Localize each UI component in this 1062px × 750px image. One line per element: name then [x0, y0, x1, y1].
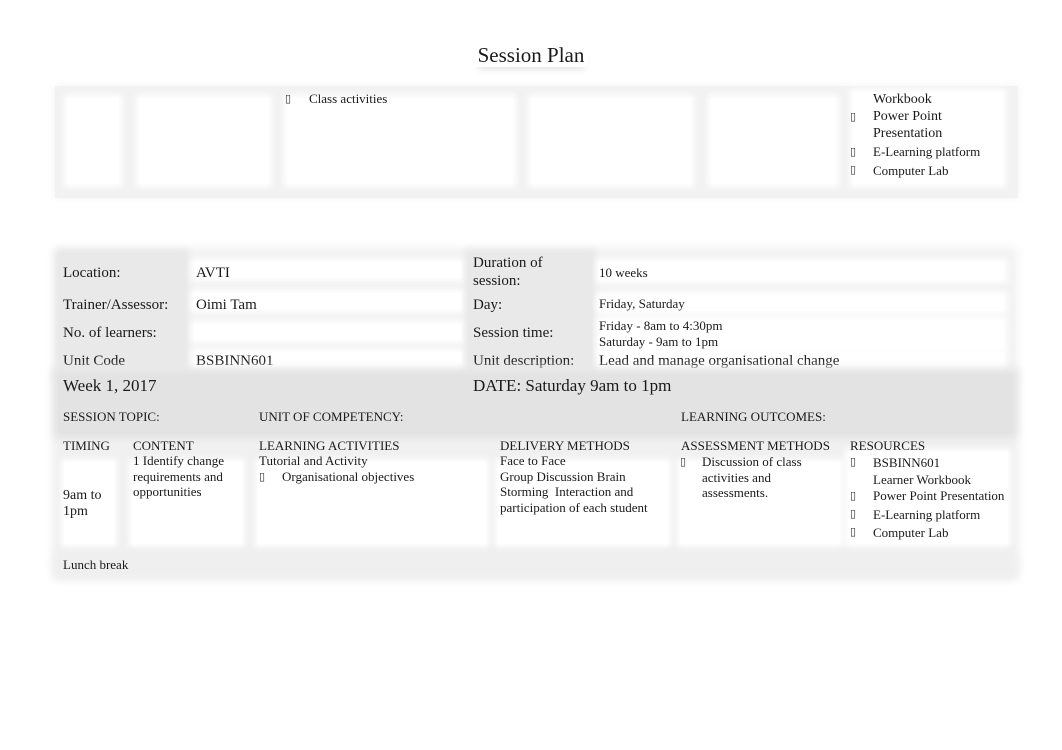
column-header-delivery-methods: DELIVERY METHODS — [500, 438, 630, 453]
delivery-methods-list: Face to Face Group Discussion Brain Stor… — [500, 453, 660, 515]
checkbox-bullet-icon — [850, 455, 856, 468]
column-header-resources: RESOURCES — [850, 438, 926, 453]
delivery-method-item: Group Discussion Brain Storming Interact… — [500, 468, 648, 515]
checkbox-bullet-icon — [850, 145, 856, 158]
resource-item: BSBINN601 Learner Workbook — [873, 455, 971, 487]
session-topic-label: SESSION TOPIC: — [63, 409, 160, 424]
timing-value: 9am to 1pm — [63, 488, 102, 519]
learning-activities-intro: Tutorial and Activity — [259, 453, 368, 468]
day-value: Friday, Saturday — [599, 296, 685, 311]
column-header-learning-activities: LEARNING ACTIVITIES — [259, 438, 400, 453]
checkbox-bullet-icon — [850, 507, 856, 520]
unit-code-value: BSBINN601 — [196, 353, 274, 369]
week-label: Week 1, 2017 — [63, 376, 157, 395]
day-label: Day: — [473, 297, 503, 313]
top-resource-item: Computer Lab — [873, 162, 949, 178]
session-time-label: Session time: — [473, 325, 554, 341]
top-resource-item: Power Point Presentation — [873, 109, 943, 141]
top-resource-continued: Workbook — [873, 92, 932, 107]
trainer-label: Trainer/Assessor: — [63, 297, 169, 313]
page-title-text: Session Plan — [473, 43, 589, 67]
location-value: AVTI — [196, 265, 230, 281]
top-resource-item: E-Learning platform — [873, 144, 981, 159]
duration-label: Duration of session: — [473, 255, 543, 289]
checkbox-bullet-icon — [285, 92, 291, 105]
resource-item: Computer Lab — [873, 525, 949, 540]
checkbox-bullet-icon — [850, 110, 856, 123]
duration-value: 10 weeks — [599, 265, 648, 280]
column-header-assessment-methods: ASSESSMENT METHODS — [681, 438, 830, 453]
checkbox-bullet-icon — [850, 525, 856, 538]
column-header-timing: TIMING — [63, 438, 110, 453]
resource-item: E-Learning platform — [873, 506, 981, 522]
top-activity-item: Class activities — [309, 91, 388, 106]
session-time-value: Friday - 8am to 4:30pm Saturday - 9am to… — [599, 318, 723, 349]
learning-activity-item: Organisational objectives — [282, 469, 415, 484]
lunch-break-label: Lunch break — [63, 557, 129, 572]
top-resources-list: Workbook Power Point Presentation E-Lear… — [873, 91, 1013, 178]
unit-competency-label: UNIT OF COMPETENCY: — [259, 409, 404, 424]
resources-list: BSBINN601 Learner Workbook Power Point P… — [873, 454, 1013, 541]
resource-item: Power Point Presentation — [873, 488, 1005, 503]
checkbox-bullet-icon — [259, 470, 265, 483]
unit-description-label: Unit description: — [473, 353, 575, 369]
checkbox-bullet-icon — [850, 489, 856, 502]
trainer-value: Oimi Tam — [196, 297, 257, 313]
unit-description-value: Lead and manage organisational change — [599, 353, 840, 369]
date-label: DATE: Saturday 9am to 1pm — [473, 376, 672, 395]
unit-code-label: Unit Code — [63, 353, 126, 369]
page-title: Session Plan — [0, 43, 1062, 68]
content-value: 1 Identify change requirements and oppor… — [133, 453, 224, 499]
delivery-method-item: Face to Face — [500, 453, 566, 468]
learners-label: No. of learners: — [63, 325, 157, 341]
learning-outcomes-label: LEARNING OUTCOMES: — [681, 409, 826, 424]
checkbox-bullet-icon — [680, 455, 686, 468]
location-label: Location: — [63, 265, 121, 281]
checkbox-bullet-icon — [850, 163, 856, 176]
session-time-line: Friday - 8am to 4:30pm — [599, 318, 723, 333]
assessment-method-item: Discussion of class activities and asses… — [702, 454, 802, 500]
session-time-line: Saturday - 9am to 1pm — [599, 333, 719, 349]
column-header-content: CONTENT — [133, 438, 194, 453]
